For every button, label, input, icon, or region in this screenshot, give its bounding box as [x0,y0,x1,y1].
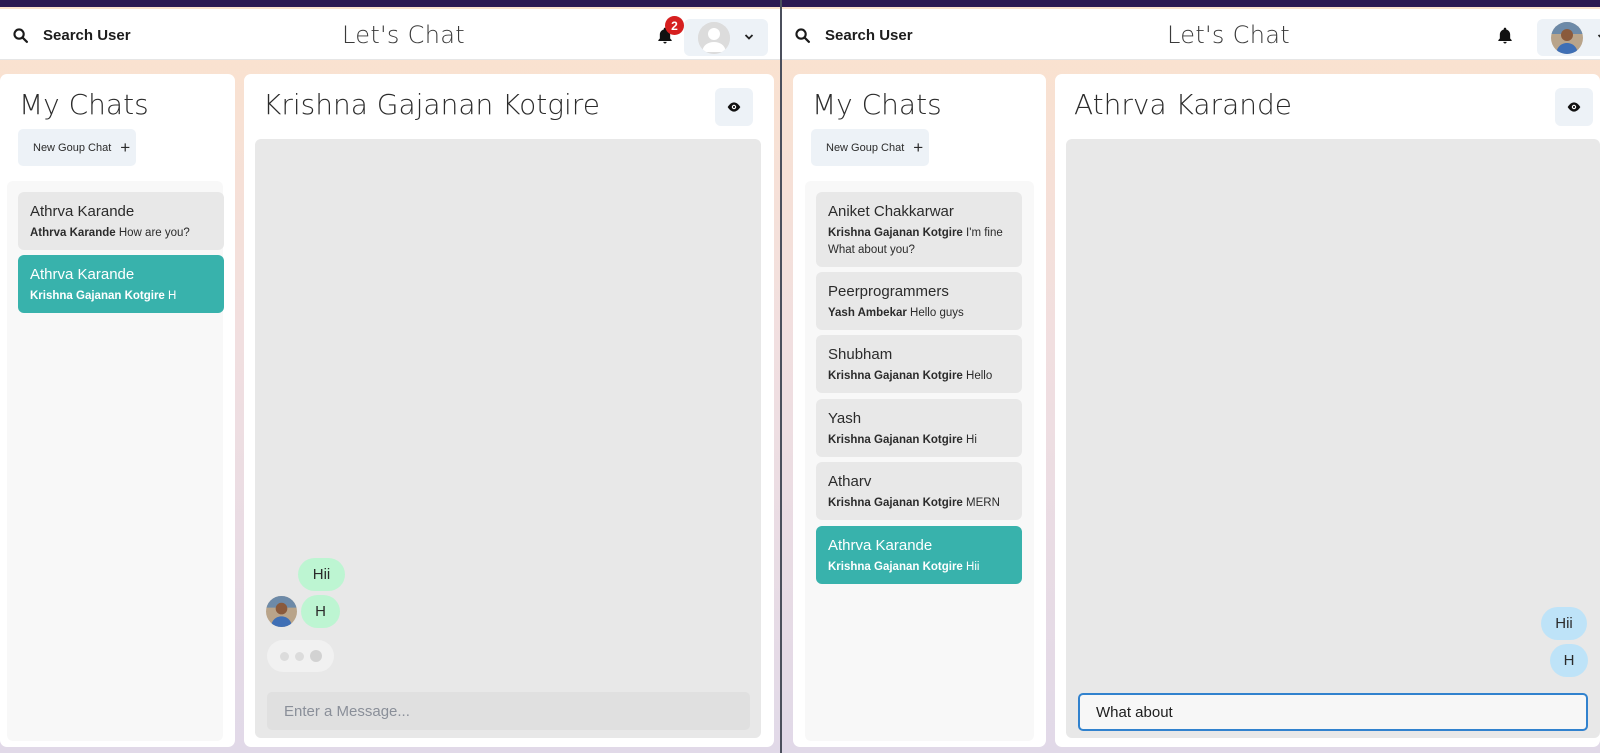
app-header: Search User Let's Chat 2 [0,9,780,60]
my-chats-title: My Chats [812,88,942,121]
window-top-bar [0,0,1600,7]
app-header: Search User Let's Chat [782,9,1600,60]
app-title: Let's Chat [1167,21,1290,49]
message-bubble: H [1550,644,1588,677]
bell-icon [1498,27,1512,44]
chat-list-item[interactable]: Shubham Krishna Gajanan Kotgire Hello [816,335,1022,393]
message-bubble: Hii [298,558,345,591]
chat-list-item[interactable]: Athrva Karande Athrva Karande How are yo… [18,192,224,250]
chat-list: Aniket Chakkarwar Krishna Gajanan Kotgir… [805,181,1034,741]
search-user-button[interactable]: Search User [12,22,131,48]
chat-name: Shubham [828,346,893,363]
chat-list-item[interactable]: Atharv Krishna Gajanan Kotgire MERN [816,462,1022,520]
notification-bell[interactable]: 2 [655,16,684,49]
latest-message: Yash Ambekar Hello guys [828,305,1010,322]
notification-bell[interactable] [1495,25,1517,49]
latest-message-sender: Krishna Gajanan Kotgire [828,561,963,573]
latest-message: Krishna Gajanan Kotgire MERN [828,495,1010,512]
message-bubble: Hii [1541,607,1587,640]
latest-message-text: How are you? [118,227,190,239]
my-chats-panel: My Chats New Goup Chat + Athrva Karande … [0,74,235,747]
latest-message-sender: Krishna Gajanan Kotgire [828,370,963,382]
chat-list-item-active[interactable]: Athrva Karande Krishna Gajanan Kotgire H [18,255,224,313]
latest-message-text: Hello guys [910,307,964,319]
eye-icon [1567,102,1581,112]
search-user-button[interactable]: Search User [794,22,913,48]
chat-name: Atharv [828,473,872,490]
chevron-down-icon [744,29,754,47]
eye-icon [727,102,741,112]
avatar [1551,21,1583,54]
latest-message: Krishna Gajanan Kotgire H [30,288,212,305]
chat-list-item[interactable]: Peerprogrammers Yash Ambekar Hello guys [816,272,1022,330]
new-group-chat-button[interactable]: New Goup Chat + [811,129,929,166]
search-icon [13,27,29,43]
typing-dot [309,650,322,662]
new-group-chat-button[interactable]: New Goup Chat + [18,129,136,166]
profile-menu-button[interactable] [684,19,768,56]
view-profile-button[interactable] [1555,88,1593,126]
user-photo-avatar [1551,21,1583,54]
latest-message-text: Hello [966,370,993,382]
user-photo-avatar [266,596,297,627]
latest-message-sender: Athrva Karande [30,227,116,239]
chat-box: Krishna Gajanan Kotgire Hii H [244,74,774,747]
window-divider [780,0,782,753]
sender-avatar[interactable] [266,596,297,627]
view-profile-button[interactable] [715,88,753,126]
chat-list-item[interactable]: Yash Krishna Gajanan Kotgire Hi [816,399,1022,457]
chat-name: Peerprogrammers [828,283,949,300]
default-avatar-icon [698,21,730,54]
message-bubble: H [301,595,340,628]
latest-message-sender: Krishna Gajanan Kotgire [828,434,963,446]
chat-title: Krishna Gajanan Kotgire [263,88,600,121]
my-chats-title: My Chats [19,88,149,121]
latest-message-text: H [168,290,177,302]
latest-message: Athrva Karande How are you? [30,225,212,242]
chat-name: Athrva Karande [828,537,933,554]
new-group-chat-label: New Goup Chat [33,141,112,154]
message-input[interactable] [1078,693,1588,731]
latest-message-text: Hi [966,434,977,446]
chat-name: Athrva Karande [30,203,135,220]
latest-message-sender: Krishna Gajanan Kotgire [30,290,165,302]
latest-message-sender: Yash Ambekar [828,307,907,319]
profile-menu-button[interactable] [1537,19,1600,56]
chat-title: Athrva Karande [1074,88,1292,121]
plus-icon: + [913,138,924,157]
typing-dot [279,651,289,661]
search-user-label: Search User [825,26,913,44]
right-app-pane: Search User Let's Chat My Chats New Goup… [782,7,1600,753]
chat-list-item-active[interactable]: Athrva Karande Krishna Gajanan Kotgire H… [816,526,1022,584]
chat-box: Athrva Karande Hii H [1055,74,1600,747]
messages-area: Hii H [1066,139,1600,738]
chat-list-item[interactable]: Aniket Chakkarwar Krishna Gajanan Kotgir… [816,192,1022,267]
typing-indicator [267,640,334,672]
latest-message: Krishna Gajanan Kotgire Hello [828,368,1010,385]
latest-message-sender: Krishna Gajanan Kotgire [828,227,963,239]
message-input[interactable] [267,692,750,730]
latest-message-sender: Krishna Gajanan Kotgire [828,497,963,509]
new-group-chat-label: New Goup Chat [826,141,905,154]
typing-dot [294,651,304,661]
messages-area: Hii H [255,139,761,738]
my-chats-panel: My Chats New Goup Chat + Aniket Chakkarw… [793,74,1046,747]
app-title: Let's Chat [342,21,465,49]
latest-message-text: Hii [966,561,980,573]
notification-badge: 2 [665,16,684,35]
chat-list: Athrva Karande Athrva Karande How are yo… [7,181,224,741]
left-app-pane: Search User Let's Chat 2 My Chats New Go… [0,7,780,753]
chat-name: Yash [828,410,862,427]
latest-message: Krishna Gajanan Kotgire I'm fine What ab… [828,225,1010,259]
chat-name: Athrva Karande [30,266,135,283]
plus-icon: + [120,138,131,157]
latest-message-text: MERN [966,497,1000,509]
chat-name: Aniket Chakkarwar [828,203,954,220]
latest-message: Krishna Gajanan Kotgire Hii [828,559,1010,576]
latest-message: Krishna Gajanan Kotgire Hi [828,432,1010,449]
avatar [698,21,730,54]
search-icon [795,27,811,43]
search-user-label: Search User [43,26,131,44]
